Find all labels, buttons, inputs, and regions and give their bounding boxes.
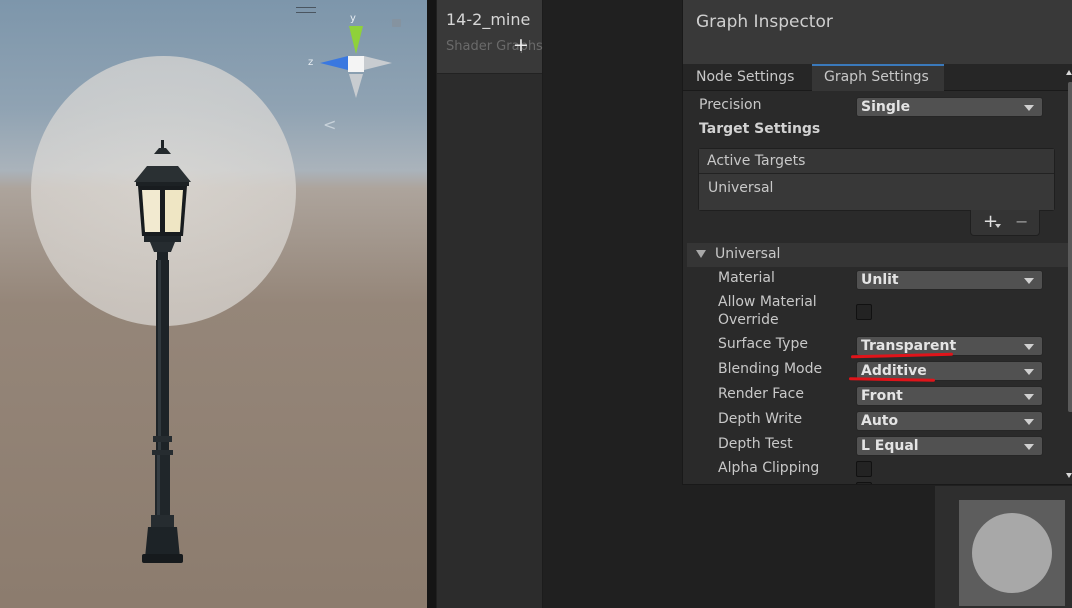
- inspector-header[interactable]: Graph Inspector: [683, 0, 1072, 64]
- preview-viewport[interactable]: [959, 500, 1065, 606]
- gizmo-x-cone-icon[interactable]: [364, 56, 392, 70]
- tab-graph-settings[interactable]: Graph Settings: [812, 64, 944, 91]
- chevron-down-icon: [995, 224, 1001, 228]
- inspector-tabs: Node Settings Graph Settings: [683, 64, 1072, 91]
- surface-type-label: Surface Type: [718, 336, 808, 352]
- material-label: Material: [718, 270, 775, 286]
- blackboard-panel: 14-2_mine Shader Graphs +: [437, 0, 543, 608]
- remove-target-button[interactable]: −: [1015, 212, 1028, 231]
- allow-material-override-label-2: Override: [718, 312, 779, 328]
- section-label: Universal: [715, 246, 781, 262]
- allow-material-override-checkbox[interactable]: [856, 304, 872, 320]
- universal-section-header[interactable]: Universal: [687, 243, 1069, 267]
- gizmo-neg-y-cone-icon[interactable]: [349, 74, 363, 98]
- active-targets-header: Active Targets: [699, 149, 1054, 174]
- blending-mode-annotation-underline: [848, 377, 936, 382]
- graph-inspector-panel: Graph Inspector Node Settings Graph Sett…: [682, 0, 1072, 485]
- list-item[interactable]: Universal: [699, 174, 1054, 210]
- gizmo-y-label: y: [350, 13, 356, 24]
- render-face-label: Render Face: [718, 386, 804, 402]
- alpha-clipping-label: Alpha Clipping: [718, 460, 820, 476]
- inspector-scrollbar[interactable]: [1068, 82, 1072, 412]
- gizmo-z-label: z: [308, 57, 313, 68]
- depth-test-label: Depth Test: [718, 436, 793, 452]
- panel-divider[interactable]: [427, 0, 436, 608]
- add-property-button[interactable]: +: [513, 36, 529, 55]
- depth-write-dropdown[interactable]: Auto: [856, 411, 1043, 431]
- back-arrow-icon[interactable]: <: [323, 115, 336, 134]
- scene-view[interactable]: y z <: [0, 0, 427, 608]
- preview-sphere: [972, 513, 1052, 593]
- next-property-checkbox[interactable]: [856, 482, 872, 484]
- inspector-title: Graph Inspector: [696, 12, 833, 32]
- blackboard-header: 14-2_mine Shader Graphs +: [437, 0, 543, 74]
- gizmo-center-cube-icon[interactable]: [348, 56, 364, 72]
- scroll-down-arrow-icon[interactable]: [1066, 473, 1072, 478]
- gizmo-y-cone-icon[interactable]: [349, 26, 363, 54]
- scroll-up-arrow-icon[interactable]: [1066, 70, 1072, 75]
- material-dropdown[interactable]: Unlit: [856, 270, 1043, 290]
- render-face-dropdown[interactable]: Front: [856, 386, 1043, 406]
- street-lamp-model: [134, 140, 191, 563]
- allow-material-override-label: Allow Material: [718, 294, 817, 310]
- list-buttons: + −: [970, 210, 1040, 236]
- blending-mode-label: Blending Mode: [718, 361, 823, 377]
- active-targets-list: Active Targets Universal: [698, 148, 1055, 211]
- foldout-arrow-icon[interactable]: [696, 250, 706, 258]
- tab-node-settings[interactable]: Node Settings: [683, 64, 811, 91]
- depth-test-dropdown[interactable]: L Equal: [856, 436, 1043, 456]
- main-preview-panel: [935, 486, 1072, 608]
- depth-write-label: Depth Write: [718, 411, 803, 427]
- orientation-gizmo[interactable]: y z: [308, 10, 404, 110]
- blackboard-title: 14-2_mine: [446, 10, 531, 29]
- precision-dropdown[interactable]: Single: [856, 97, 1043, 117]
- gizmo-z-cone-icon[interactable]: [320, 56, 348, 70]
- add-target-button[interactable]: +: [983, 211, 998, 232]
- alpha-clipping-checkbox[interactable]: [856, 461, 872, 477]
- precision-label: Precision: [699, 97, 762, 113]
- target-settings-heading: Target Settings: [699, 121, 821, 137]
